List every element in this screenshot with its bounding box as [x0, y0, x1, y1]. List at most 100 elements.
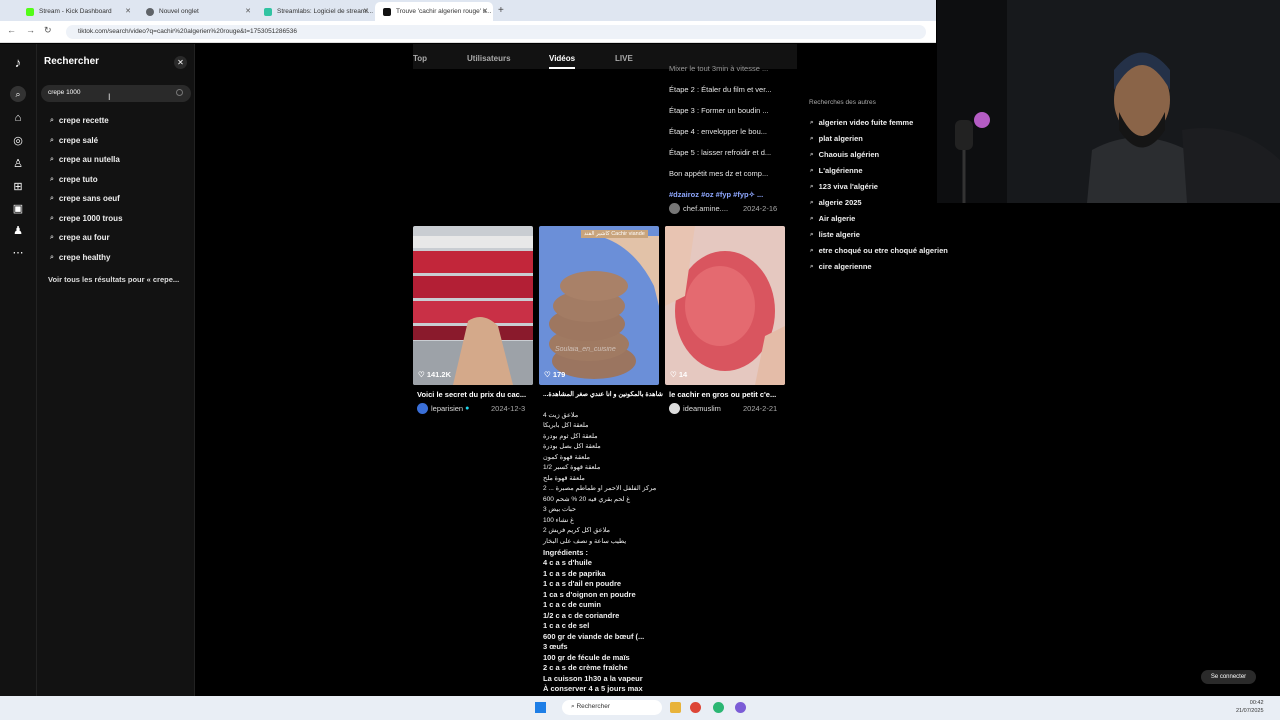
close-tab-icon[interactable]: ✕	[482, 7, 488, 15]
following-icon[interactable]: ♙	[11, 157, 25, 171]
others-search-item[interactable]: ⌕ algerien video fuite femme	[810, 118, 913, 127]
search-suggestion[interactable]: ⌕ crepe salé	[50, 136, 98, 145]
search-suggestion[interactable]: ⌕ crepe recette	[50, 116, 109, 125]
system-clock: 00:42 21/07/2025	[1236, 699, 1264, 715]
tab-videos[interactable]: Vidéos	[549, 54, 576, 69]
description-line: Étape 4 : envelopper le bou...	[669, 127, 767, 136]
video-author[interactable]: chef.amine....	[669, 203, 728, 214]
recipe-line: 4 c a s d'huile	[543, 558, 592, 567]
taskbar-search-label: Rechercher	[576, 703, 611, 710]
others-search-item[interactable]: ⌕ algerie 2025	[810, 198, 862, 207]
search-suggestion[interactable]: ⌕ crepe sans oeuf	[50, 194, 120, 203]
hashtags[interactable]: #dzairoz #oz #fyp #fyp✧ ...	[669, 190, 763, 199]
taskbar-search[interactable]: ⌕ Rechercher	[562, 700, 662, 715]
upload-icon[interactable]: ⊞	[11, 180, 25, 194]
video-card[interactable]: ♡ 14	[665, 226, 785, 385]
recipe-line: 4 ملاعق زيت	[543, 412, 579, 419]
video-author[interactable]: ideamuslim	[669, 403, 721, 414]
profile-icon[interactable]: ♟	[11, 224, 25, 238]
video-overlay-text: كاشير الفند Cachir viande	[581, 230, 648, 238]
others-search-item[interactable]: ⌕ 123 viva l'algérie	[810, 182, 878, 191]
search-icon[interactable]: ⌕	[10, 86, 26, 102]
recipe-line: 600 gr de viande de bœuf (...	[543, 632, 645, 641]
author-name: leparisien	[431, 404, 464, 413]
video-card[interactable]: كاشير الفند Cachir viande Soulaia_en_cui…	[539, 226, 659, 385]
others-search-item[interactable]: ⌕ liste algerie	[810, 230, 860, 239]
home-icon[interactable]: ⌂	[11, 111, 25, 125]
others-search-label: algerie 2025	[818, 198, 862, 207]
browser-tab[interactable]: Stream - Kick Dashboard ✕	[18, 2, 136, 21]
others-search-item[interactable]: ⌕ L'algérienne	[810, 166, 863, 175]
windows-start-icon[interactable]	[535, 702, 546, 713]
others-search-item[interactable]: ⌕ Air algerie	[810, 214, 855, 223]
search-suggestion[interactable]: ⌕ crepe au four	[50, 233, 110, 242]
search-icon: ⌕	[810, 262, 814, 270]
close-icon[interactable]: ✕	[174, 56, 187, 69]
browser-tab[interactable]: Streamlabs: Logiciel de streami... ✕	[256, 2, 374, 21]
description-line: Étape 3 : Former un boudin ...	[669, 106, 769, 115]
others-search-item[interactable]: ⌕ plat algerien	[810, 134, 863, 143]
search-suggestion[interactable]: ⌕ crepe 1000 trous	[50, 214, 123, 223]
login-button[interactable]: Se connecter	[1201, 670, 1256, 684]
explore-icon[interactable]: ◎	[11, 134, 25, 148]
video-author[interactable]: leparisien ●	[417, 403, 469, 414]
new-tab-button[interactable]: +	[498, 5, 504, 16]
watermark: Soulaia_en_cuisine	[555, 346, 616, 353]
others-search-label: L'algérienne	[818, 166, 863, 175]
video-card[interactable]: ♡ 141.2K	[413, 226, 533, 385]
search-icon: ⌕	[810, 182, 814, 190]
video-caption[interactable]: le cachir en gros ou petit c'e...	[669, 390, 776, 399]
others-search-title: Recherches des autres	[809, 99, 876, 106]
close-tab-icon[interactable]: ✕	[245, 7, 251, 15]
more-icon[interactable]: ⋯	[11, 246, 25, 260]
search-suggestion[interactable]: ⌕ crepe au nutella	[50, 155, 120, 164]
recipe-line: 2 c a s de crème fraîche	[543, 663, 628, 672]
likes-value: 14	[678, 370, 688, 379]
search-icon: ⌕	[50, 214, 54, 222]
browser-tab[interactable]: Nouvel onglet ✕	[138, 2, 256, 21]
recipe-line: Ingrédients :	[543, 548, 589, 557]
video-caption[interactable]: شاهدة بالمكونين و انا عندي صغر المشاهدة.…	[543, 390, 663, 398]
video-thumbnail	[413, 226, 533, 385]
search-suggestion[interactable]: ⌕ crepe healthy	[50, 253, 111, 262]
author-name: ideamuslim	[683, 404, 721, 413]
chrome-icon[interactable]	[690, 702, 701, 713]
likes-count: ♡ 14	[670, 370, 688, 379]
reload-icon[interactable]: ↻	[44, 25, 52, 36]
webcam-overlay	[937, 0, 1280, 203]
video-caption[interactable]: Voici le secret du prix du cac...	[417, 390, 526, 399]
close-tab-icon[interactable]: ✕	[125, 7, 131, 15]
description-line: Bon appétit mes dz et comp...	[669, 169, 769, 178]
description-line: Mixer le tout 3min à vitesse ...	[669, 64, 769, 73]
app-icon[interactable]	[713, 702, 724, 713]
back-icon[interactable]: ←	[7, 25, 16, 35]
tab-top[interactable]: Top	[413, 54, 427, 63]
close-tab-icon[interactable]: ✕	[363, 7, 369, 15]
tab-live[interactable]: LIVE	[615, 54, 633, 63]
search-icon: ⌕	[50, 194, 54, 202]
kick-icon	[26, 7, 34, 16]
search-suggestion[interactable]: ⌕ crepe tuto	[50, 175, 98, 184]
browser-tab-active[interactable]: Trouve 'cachir algerien rouge' s... ✕	[375, 2, 493, 21]
url-field[interactable]: tiktok.com/search/video?q=cachir%20alger…	[66, 25, 926, 39]
search-input[interactable]: crepe 1000	[41, 85, 191, 102]
live-icon[interactable]: ▣	[11, 202, 25, 216]
others-search-label: etre choqué ou etre choqué algerien	[818, 246, 948, 255]
search-icon: ⌕	[50, 175, 54, 183]
others-search-label: Air algerie	[818, 214, 856, 223]
tiktok-logo-icon[interactable]: ♪	[11, 56, 25, 70]
avatar	[669, 203, 680, 214]
clear-search-icon[interactable]	[176, 89, 183, 96]
forward-icon[interactable]: →	[26, 25, 35, 35]
others-search-item[interactable]: ⌕ etre choqué ou etre choqué algerien	[810, 246, 948, 255]
discord-icon[interactable]	[735, 702, 746, 713]
others-search-label: cire algerienne	[818, 262, 872, 271]
likes-value: 141.2K	[426, 370, 451, 379]
others-search-item[interactable]: ⌕ cire algerienne	[810, 262, 872, 271]
recipe-line: 3 œufs	[543, 642, 568, 651]
tab-users[interactable]: Utilisateurs	[467, 54, 511, 63]
see-all-results-link[interactable]: Voir tous les résultats pour « crepe...	[48, 275, 179, 284]
file-explorer-icon[interactable]	[670, 702, 681, 713]
others-search-item[interactable]: ⌕ Chaouis algérien	[810, 150, 879, 159]
video-date: 2024-12-3	[491, 404, 526, 413]
